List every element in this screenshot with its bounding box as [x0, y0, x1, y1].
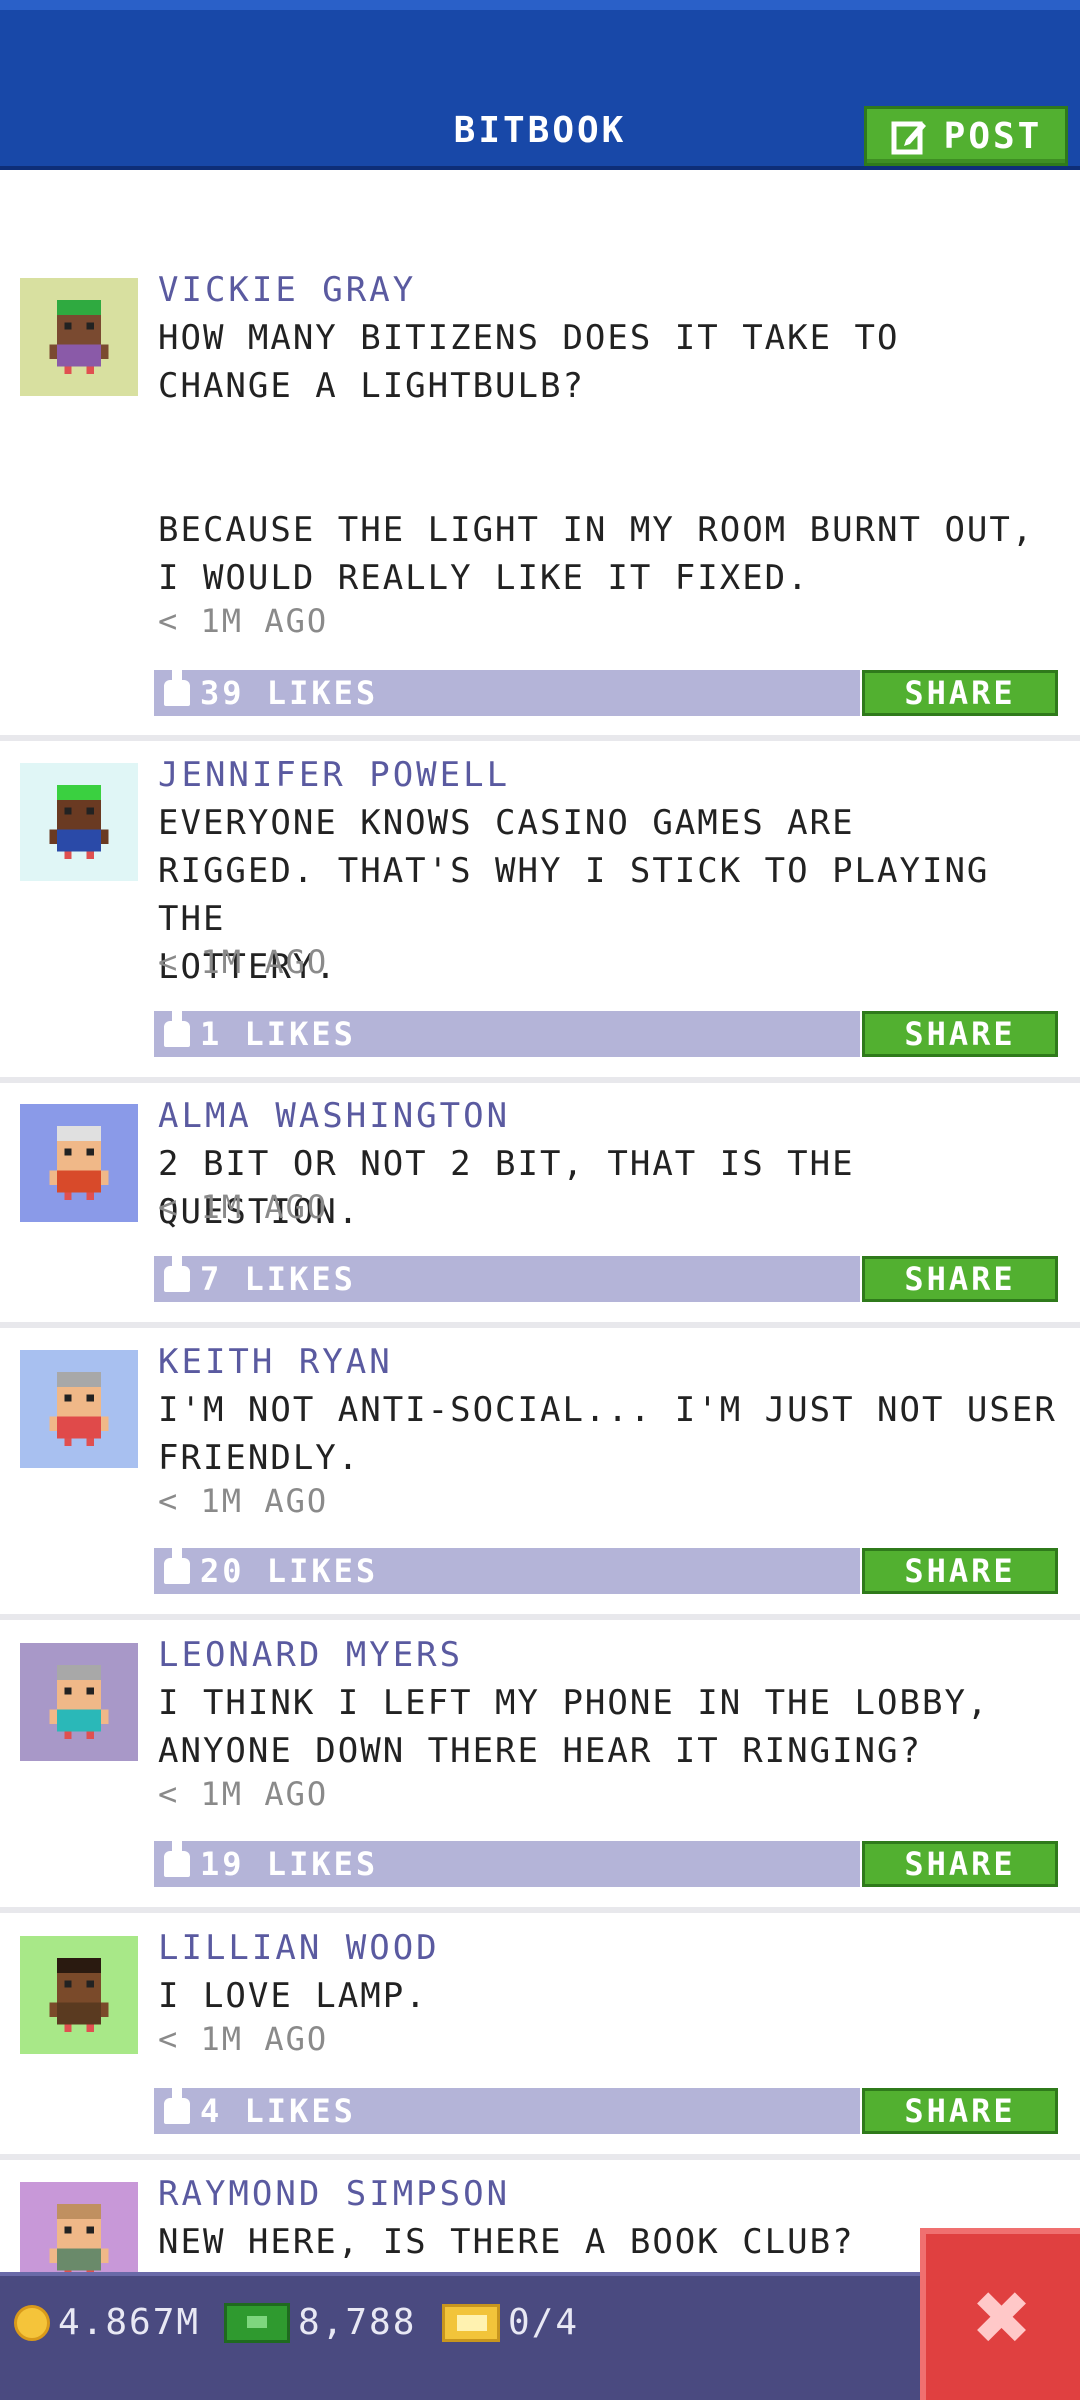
avatar: [20, 763, 138, 881]
status-bar: 4.867M 8,788 0/4: [0, 2272, 1080, 2400]
likes-count: 7 LIKES: [200, 1260, 356, 1298]
likes-bar[interactable]: 4 LIKES: [154, 2086, 860, 2134]
divider: [0, 1614, 1080, 1620]
share-button[interactable]: SHARE: [862, 1548, 1058, 1594]
bitizen-sprite: [49, 1126, 109, 1200]
app-header: BITBOOK POST: [0, 0, 1080, 170]
likes-bar[interactable]: 7 LIKES: [154, 1254, 860, 1302]
post-time: < 1M AGO: [158, 2020, 329, 2058]
post-author: ALMA WASHINGTON: [158, 1096, 511, 1136]
thumbs-up-icon: [164, 2086, 190, 2124]
share-button[interactable]: SHARE: [862, 670, 1058, 716]
coins-stat: 4.867M: [14, 2302, 200, 2343]
post-time: < 1M AGO: [158, 1775, 329, 1813]
avatar: [20, 278, 138, 396]
avatar: [20, 1350, 138, 1468]
avatar: [20, 1936, 138, 2054]
post-text: I THINK I LEFT MY PHONE IN THE LOBBY, AN…: [158, 1683, 990, 1771]
post-button-label: POST: [943, 115, 1043, 157]
bitizen-sprite: [49, 1372, 109, 1446]
likes-count: 19 LIKES: [200, 1845, 379, 1883]
post-author: LILLIAN WOOD: [158, 1928, 440, 1968]
bux-stat: 8,788: [224, 2302, 416, 2343]
likes-bar[interactable]: 19 LIKES: [154, 1839, 860, 1887]
thumbs-up-icon: [164, 1546, 190, 1584]
avatar: [20, 1104, 138, 1222]
bitizen-sprite: [49, 300, 109, 374]
bitizen-sprite: [49, 1665, 109, 1739]
post-time: < 1M AGO: [158, 943, 329, 981]
likes-count: 4 LIKES: [200, 2092, 356, 2130]
post-text: HOW MANY BITIZENS DOES IT TAKE TO CHANGE…: [158, 318, 1035, 598]
post-author: RAYMOND SIMPSON: [158, 2174, 511, 2214]
likes-bar[interactable]: 1 LIKES: [154, 1009, 860, 1057]
share-button[interactable]: SHARE: [862, 2088, 1058, 2134]
post-author: KEITH RYAN: [158, 1342, 393, 1382]
tickets-stat: 0/4: [442, 2302, 579, 2343]
post-text: I'M NOT ANTI-SOCIAL... I'M JUST NOT USER…: [158, 1390, 1057, 1478]
post-button[interactable]: POST: [864, 106, 1068, 166]
coin-icon: [14, 2304, 50, 2341]
post-time: < 1M AGO: [158, 1482, 329, 1520]
post-author: VICKIE GRAY: [158, 270, 417, 310]
tickets-value: 0/4: [508, 2302, 580, 2343]
bux-icon: [224, 2302, 290, 2343]
thumbs-up-icon: [164, 668, 190, 706]
post-time: < 1M AGO: [158, 1188, 329, 1226]
likes-count: 39 LIKES: [200, 674, 379, 712]
post-author: LEONARD MYERS: [158, 1635, 464, 1675]
ticket-icon: [442, 2303, 500, 2342]
thumbs-up-icon: [164, 1009, 190, 1047]
thumbs-up-icon: [164, 1839, 190, 1877]
post-author: JENNIFER POWELL: [158, 755, 511, 795]
share-button[interactable]: SHARE: [862, 1256, 1058, 1302]
share-button[interactable]: SHARE: [862, 1011, 1058, 1057]
avatar: [20, 1643, 138, 1761]
likes-count: 20 LIKES: [200, 1552, 379, 1590]
likes-count: 1 LIKES: [200, 1015, 356, 1053]
share-button[interactable]: SHARE: [862, 1841, 1058, 1887]
likes-bar[interactable]: 39 LIKES: [154, 668, 860, 716]
divider: [0, 735, 1080, 741]
divider: [0, 2154, 1080, 2160]
divider: [0, 1077, 1080, 1083]
bux-value: 8,788: [298, 2302, 417, 2343]
close-icon: ✖: [974, 2261, 1032, 2373]
divider: [0, 1907, 1080, 1913]
bitizen-sprite: [49, 1958, 109, 2032]
bitizen-sprite: [49, 785, 109, 859]
coins-value: 4.867M: [58, 2302, 201, 2343]
compose-icon: [891, 121, 926, 155]
close-button[interactable]: ✖: [920, 2228, 1080, 2400]
divider: [0, 1322, 1080, 1328]
likes-bar[interactable]: 20 LIKES: [154, 1546, 860, 1594]
thumbs-up-icon: [164, 1254, 190, 1292]
post-time: < 1M AGO: [158, 602, 329, 640]
post-text: I LOVE LAMP.: [158, 1976, 428, 2016]
